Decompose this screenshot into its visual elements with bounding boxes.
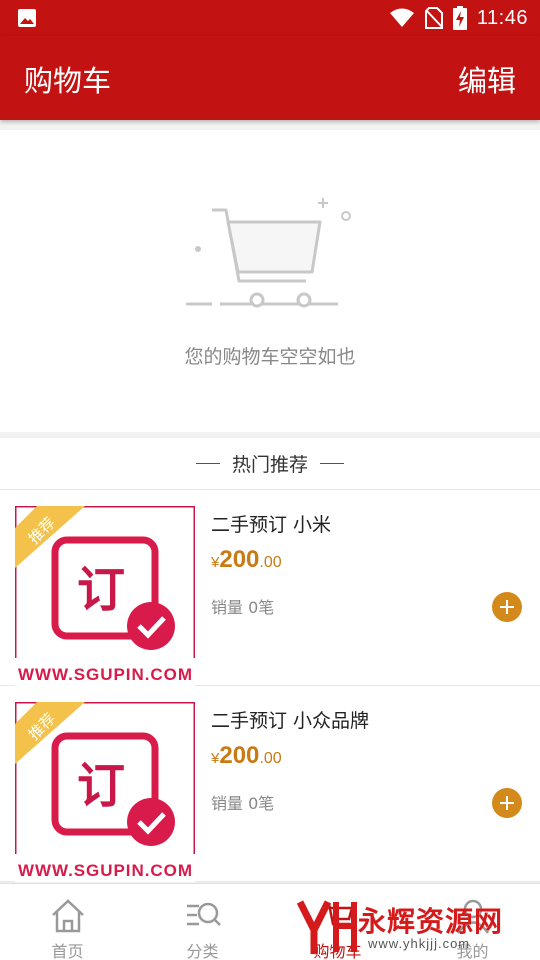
- product-item[interactable]: 推荐 订 WWW.SGUPIN.COM 二手预订 小米 ¥200.00 销量 0…: [0, 490, 540, 686]
- page-title: 购物车: [24, 64, 112, 98]
- product-name[interactable]: 二手预订 小米: [211, 510, 331, 537]
- recommend-header: 热门推荐: [0, 438, 540, 490]
- watermark-url: www.yhkjjj.com: [368, 936, 471, 951]
- home-icon: [51, 899, 84, 933]
- product-name[interactable]: 二手预订 小众品牌: [211, 706, 369, 733]
- divider: [195, 463, 220, 464]
- product-glyph: 订: [77, 758, 125, 814]
- battery-charging-icon: [452, 6, 467, 30]
- no-sim-icon: [424, 7, 443, 29]
- product-glyph: 订: [77, 562, 125, 618]
- add-to-cart-button[interactable]: [492, 788, 522, 818]
- edit-button[interactable]: 编辑: [458, 58, 516, 100]
- status-time: 11:46: [476, 6, 528, 29]
- product-item[interactable]: 推荐 订 WWW.SGUPIN.COM 二手预订 小众品牌 ¥200.00 销量…: [0, 686, 540, 882]
- price-integer: 200: [219, 742, 260, 769]
- product-image[interactable]: 推荐 订 WWW.SGUPIN.COM: [15, 702, 195, 882]
- product-caption: WWW.SGUPIN.COM: [18, 861, 192, 880]
- price-integer: 200: [219, 546, 260, 573]
- recommend-title: 热门推荐: [231, 454, 308, 476]
- tab-home-label: 首页: [51, 942, 84, 960]
- product-price: ¥200.00: [211, 742, 282, 770]
- tab-home[interactable]: 首页: [0, 884, 135, 960]
- image-icon: [18, 9, 36, 27]
- price-decimal: .00: [259, 554, 282, 571]
- app-bar: 购物车 编辑: [0, 36, 540, 120]
- product-caption: WWW.SGUPIN.COM: [18, 665, 192, 684]
- add-to-cart-button[interactable]: [492, 592, 522, 622]
- product-sales: 销量 0笔: [211, 794, 275, 813]
- wifi-icon: [389, 8, 414, 27]
- price-decimal: .00: [259, 750, 282, 767]
- empty-cart-panel: 您的购物车空空如也: [0, 130, 540, 432]
- empty-cart-message: 您的购物车空空如也: [184, 346, 356, 368]
- watermark: 永辉资源网 www.yhkjjj.com: [296, 896, 526, 958]
- tab-category[interactable]: 分类: [135, 884, 270, 960]
- product-sales: 销量 0笔: [211, 598, 275, 617]
- status-bar: 11:46: [0, 0, 540, 36]
- divider: [320, 463, 344, 464]
- empty-cart-icon: [186, 198, 351, 308]
- product-price: ¥200.00: [211, 546, 282, 574]
- category-search-icon: [186, 902, 221, 926]
- product-image[interactable]: 推荐 订 WWW.SGUPIN.COM: [15, 506, 195, 686]
- tab-category-label: 分类: [186, 942, 219, 960]
- watermark-name: 永辉资源网: [358, 905, 504, 938]
- recommend-section: 热门推荐 推荐 订 WWW.SGUPIN.COM 二手预订 小米 ¥200.00…: [0, 438, 540, 882]
- watermark-logo-icon: [296, 900, 357, 954]
